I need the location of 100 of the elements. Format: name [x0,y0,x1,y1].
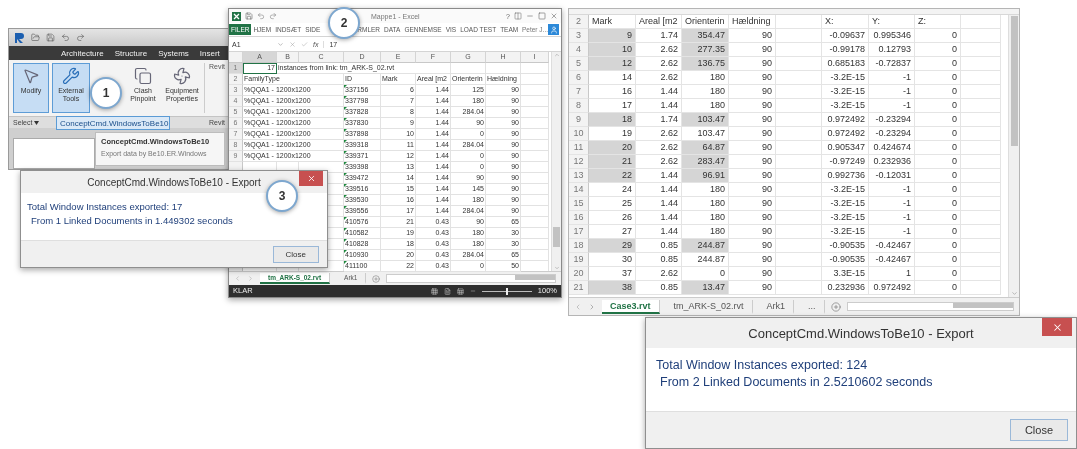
table-cell[interactable]: 0.232936 [822,281,869,295]
table-cell[interactable]: 90 [729,127,776,141]
table-cell[interactable]: 0 [915,29,961,43]
close-button[interactable]: Close [1009,419,1068,441]
table-cell[interactable]: 13.47 [682,281,729,295]
table-cell[interactable]: -0.23294 [869,113,915,127]
table-cell[interactable]: 0.972492 [869,281,915,295]
table-cell[interactable]: -3.2E-15 [822,99,869,113]
table-cell[interactable]: 90 [729,141,776,155]
table-cell[interactable]: 0 [915,267,961,281]
table-cell[interactable]: 90 [729,253,776,267]
table-cell[interactable]: 277.35 [682,43,729,57]
table-cell[interactable]: 12 [589,57,636,71]
table-cell[interactable]: 10 [589,43,636,57]
table-cell[interactable]: 0 [915,99,961,113]
table-cell[interactable]: -0.42467 [869,253,915,267]
table-cell[interactable]: 180 [682,183,729,197]
table-cell[interactable]: 0 [915,183,961,197]
table-cell[interactable]: 0.972492 [822,127,869,141]
table-cell[interactable]: 0 [915,197,961,211]
table-cell[interactable]: -0.90535 [822,253,869,267]
table-cell[interactable]: 22 [589,169,636,183]
table-cell[interactable]: 180 [682,197,729,211]
table-cell[interactable]: 30 [589,253,636,267]
table-cell[interactable]: 90 [729,281,776,295]
table-cell[interactable]: 0 [915,127,961,141]
table-cell[interactable]: 29 [589,239,636,253]
table-cell[interactable]: 1.44 [636,211,682,225]
table-cell[interactable]: 0.85 [636,253,682,267]
ribbon-tab[interactable]: Structure [114,48,148,58]
table-cell[interactable]: -0.97249 [822,155,869,169]
slider-thumb[interactable] [505,287,508,295]
table-cell[interactable]: -0.90535 [822,239,869,253]
table-cell[interactable]: 244.87 [682,253,729,267]
table-cell[interactable]: 90 [729,239,776,253]
table-cell[interactable]: 0 [915,57,961,71]
table-cell[interactable]: -1 [869,211,915,225]
table-cell[interactable]: 90 [729,71,776,85]
table-cell[interactable]: 0 [915,155,961,169]
sheet-tab[interactable]: Ark1 [758,299,795,314]
select-all-corner[interactable] [229,52,243,63]
column-heading[interactable]: Z: [915,15,961,29]
table-cell[interactable]: 0.905347 [822,141,869,155]
table-cell[interactable]: 2.62 [636,267,682,281]
table-cell[interactable]: -0.99178 [822,43,869,57]
table-cell[interactable]: 90 [729,267,776,281]
table-cell[interactable]: 1.44 [636,85,682,99]
table-cell[interactable]: 1.44 [636,197,682,211]
scrollbar-thumb[interactable] [553,226,560,247]
table-cell[interactable]: -3.2E-15 [822,71,869,85]
sheet-tab[interactable]: ... [800,299,825,314]
close-button[interactable] [299,171,323,186]
table-cell[interactable]: 0 [915,253,961,267]
table-cell[interactable]: 16 [589,85,636,99]
table-cell[interactable]: 103.47 [682,113,729,127]
table-cell[interactable]: -0.09637 [822,29,869,43]
table-cell[interactable]: -3.2E-15 [822,211,869,225]
table-cell[interactable]: 90 [729,211,776,225]
table-cell[interactable]: 0.995346 [869,29,915,43]
table-cell[interactable]: 26 [589,211,636,225]
table-cell[interactable]: -0.72837 [869,57,915,71]
column-heading[interactable]: Y: [869,15,915,29]
table-cell[interactable]: 90 [729,225,776,239]
scrollbar-thumb[interactable] [515,275,555,280]
table-cell[interactable]: 0 [915,225,961,239]
vertical-scrollbar[interactable] [1008,15,1019,297]
horizontal-scrollbar[interactable] [846,302,1014,311]
table-cell[interactable]: -1 [869,71,915,85]
column-heading[interactable]: X: [822,15,869,29]
table-cell[interactable]: 0 [915,113,961,127]
table-cell[interactable]: 90 [729,57,776,71]
table-cell[interactable]: 0 [915,239,961,253]
sheet-tab[interactable]: Case3.rvt [602,299,660,314]
table-cell[interactable]: -1 [869,85,915,99]
table-cell[interactable]: 90 [729,43,776,57]
ribbon-tab[interactable]: Architecture [61,48,104,58]
table-cell[interactable]: 90 [729,183,776,197]
table-cell[interactable]: -3.2E-15 [822,225,869,239]
table-cell[interactable]: 1.44 [636,99,682,113]
table-cell[interactable]: 38 [589,281,636,295]
table-cell[interactable]: 14 [589,71,636,85]
table-cell[interactable]: 180 [682,71,729,85]
table-cell[interactable]: 283.47 [682,155,729,169]
table-cell[interactable]: -0.12031 [869,169,915,183]
table-cell[interactable]: 136.75 [682,57,729,71]
horizontal-scrollbar[interactable] [386,274,556,283]
table-cell[interactable]: -3.2E-15 [822,85,869,99]
close-button[interactable]: Close [272,245,319,263]
table-cell[interactable]: 1.44 [636,183,682,197]
table-cell[interactable]: 2.62 [636,71,682,85]
table-cell[interactable]: 244.87 [682,239,729,253]
table-cell[interactable]: 25 [589,197,636,211]
table-cell[interactable]: 90 [729,29,776,43]
table-cell[interactable]: -3.2E-15 [822,197,869,211]
table-cell[interactable]: 90 [729,99,776,113]
table-cell[interactable]: -1 [869,183,915,197]
table-cell[interactable]: 1.44 [636,225,682,239]
table-cell[interactable]: -1 [869,225,915,239]
table-cell[interactable]: 90 [729,85,776,99]
scrollbar-thumb[interactable] [953,303,1013,308]
